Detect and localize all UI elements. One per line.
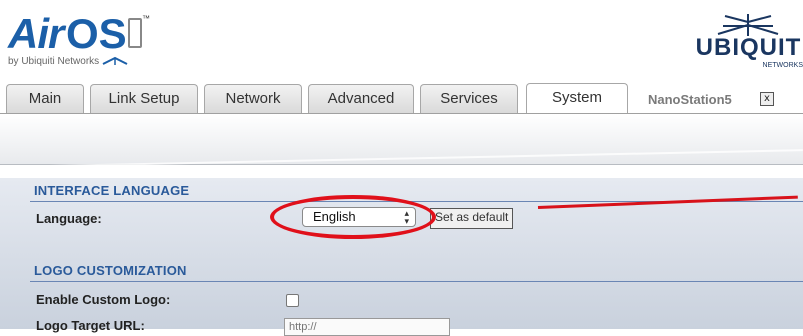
ubiquiti-small-icon <box>102 57 128 66</box>
section-rule <box>30 281 803 282</box>
tab-network[interactable]: Network <box>204 84 302 114</box>
by-line: by Ubiquiti Networks <box>8 56 128 67</box>
brand-name: UBIQUITI <box>695 34 803 61</box>
logo-os-text: OS <box>66 10 127 57</box>
tab-system[interactable]: System <box>526 83 628 115</box>
interface-language-title: INTERFACE LANGUAGE <box>34 183 190 198</box>
logo-trademark: ™ <box>142 14 150 23</box>
tab-link-setup[interactable]: Link Setup <box>90 84 198 114</box>
close-icon[interactable]: x <box>760 92 774 106</box>
brand-sub: NETWORKS <box>762 62 803 69</box>
logo-customization-title: LOGO CUSTOMIZATION <box>34 263 187 278</box>
enable-custom-logo-label: Enable Custom Logo: <box>36 292 171 307</box>
enable-custom-logo-checkbox[interactable] <box>286 294 299 307</box>
logo-device-icon <box>128 18 142 48</box>
device-name: NanoStation5 <box>648 92 732 107</box>
set-default-button[interactable]: Set as default <box>430 208 514 229</box>
logo-air-text: Air <box>8 10 64 57</box>
tab-advanced[interactable]: Advanced <box>308 84 414 114</box>
ubiquiti-brand: UBIQUITI NETWORKS <box>643 12 803 72</box>
tab-main[interactable]: Main <box>6 84 84 114</box>
by-line-text: by Ubiquiti Networks <box>8 56 100 67</box>
tab-services[interactable]: Services <box>420 84 518 114</box>
logo-target-url-input[interactable] <box>284 318 450 336</box>
logo-target-url-label: Logo Target URL: <box>36 318 145 333</box>
annotation-circle <box>270 195 436 239</box>
language-label: Language: <box>36 211 102 226</box>
header: Air OS ™ by Ubiquiti Networks UBIQUITI N… <box>0 0 803 80</box>
